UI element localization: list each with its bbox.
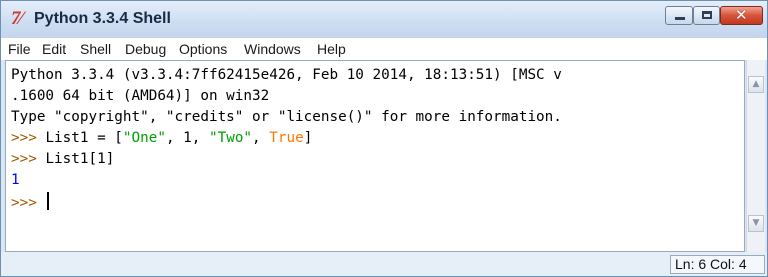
prompt: >>> bbox=[11, 151, 37, 167]
menu-help[interactable]: Help bbox=[317, 41, 346, 57]
cursor-position: Ln: 6 Col: 4 bbox=[670, 255, 765, 274]
code-text: ] bbox=[303, 130, 313, 146]
prompt: >>> bbox=[11, 195, 37, 211]
close-icon: ✕ bbox=[735, 6, 748, 24]
menu-bar: File Edit Shell Debug Options Windows He… bbox=[1, 37, 767, 60]
scroll-up-arrow-icon[interactable]: ▲ bbox=[748, 76, 764, 93]
string-literal: "Two" bbox=[209, 130, 253, 146]
code-text: , 1, bbox=[165, 130, 209, 146]
banner-line-2: .1600 64 bit (AMD64)] on win32 bbox=[11, 88, 270, 104]
keyword-literal: True bbox=[269, 130, 304, 146]
idle-shell-window: 7⁄ Python 3.3.4 Shell ✕ File Edit Shell … bbox=[0, 0, 768, 277]
string-literal: "One" bbox=[122, 130, 166, 146]
menu-file[interactable]: File bbox=[8, 41, 31, 57]
prompt: >>> bbox=[11, 130, 37, 146]
input-line-2: >>> List1[1] bbox=[11, 150, 114, 168]
scroll-down-arrow-icon[interactable]: ▼ bbox=[748, 215, 764, 232]
menu-debug[interactable]: Debug bbox=[125, 41, 166, 57]
menu-shell[interactable]: Shell bbox=[80, 41, 111, 57]
minimize-button[interactable] bbox=[665, 6, 693, 25]
text-cursor bbox=[47, 192, 50, 210]
code-text: , bbox=[252, 130, 270, 146]
vertical-scrollbar[interactable]: ▲ ▼ bbox=[746, 60, 765, 252]
minimize-icon bbox=[675, 17, 685, 20]
maximize-icon bbox=[702, 11, 712, 19]
menu-options[interactable]: Options bbox=[179, 41, 227, 57]
window-title: Python 3.3.4 Shell bbox=[34, 10, 171, 27]
banner-line-1: Python 3.3.4 (v3.3.4:7ff62415e426, Feb 1… bbox=[11, 67, 562, 83]
title-bar[interactable]: 7⁄ Python 3.3.4 Shell ✕ bbox=[1, 1, 767, 37]
code-text: List1[1] bbox=[45, 151, 115, 167]
menu-edit[interactable]: Edit bbox=[42, 41, 66, 57]
input-line-1: >>> List1 = ["One", 1, "Two", True] bbox=[11, 129, 312, 147]
banner-line-3: Type "copyright", "credits" or "license(… bbox=[11, 109, 562, 125]
status-bar: Ln: 6 Col: 4 bbox=[1, 252, 767, 276]
active-prompt-line[interactable]: >>> bbox=[11, 192, 50, 212]
maximize-button[interactable] bbox=[693, 6, 720, 25]
python-idle-icon: 7⁄ bbox=[11, 8, 23, 29]
menu-windows[interactable]: Windows bbox=[244, 41, 301, 57]
output-line: 1 bbox=[11, 172, 20, 188]
code-text: List1 = [ bbox=[45, 130, 123, 146]
shell-text-area[interactable]: Python 3.3.4 (v3.3.4:7ff62415e426, Feb 1… bbox=[5, 60, 745, 252]
close-button[interactable]: ✕ bbox=[720, 6, 763, 25]
